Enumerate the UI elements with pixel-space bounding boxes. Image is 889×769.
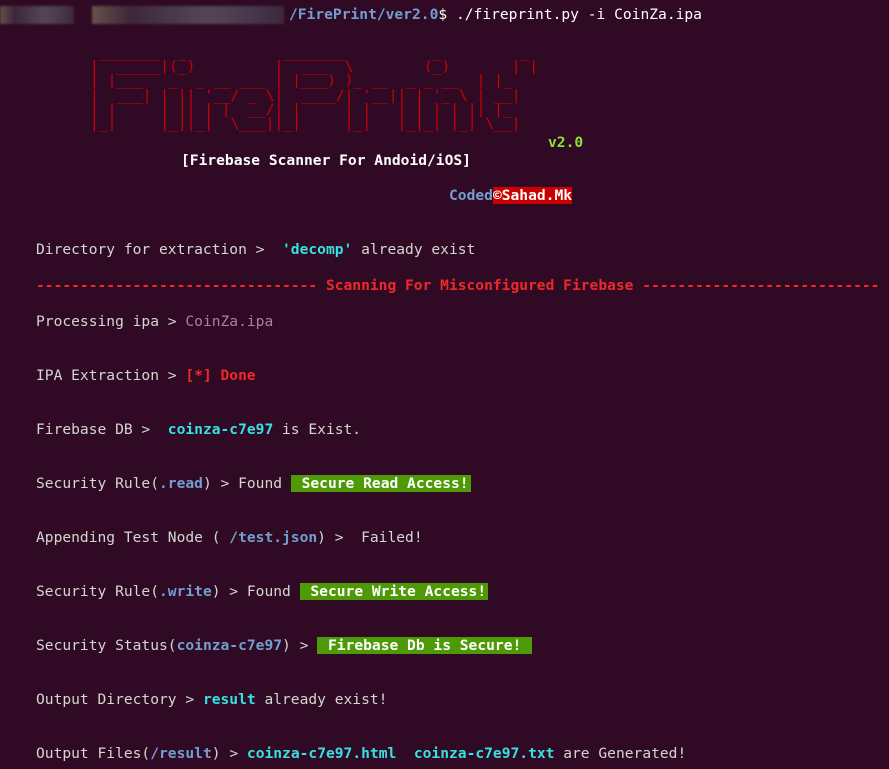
author-badge: ©Sahad.Mk <box>492 187 573 204</box>
test-node-path: /test.json <box>229 529 318 546</box>
output-line-test-node: Appending Test Node ( /test.json) > Fail… <box>36 529 423 547</box>
firebase-db-status: is Exist. <box>273 421 362 438</box>
prompt-path: /FirePrint/ver2.0 <box>289 6 439 23</box>
firebase-db-label: Firebase DB > <box>36 421 168 438</box>
output-line-write-rule: Security Rule(.write) > Found Secure Wri… <box>36 583 489 601</box>
output-line-firebase-db: Firebase DB > coinza-c7e97 is Exist. <box>36 421 361 439</box>
output-line-directory-result: Output Directory > result already exist! <box>36 691 387 709</box>
security-status-db: coinza-c7e97 <box>176 637 283 654</box>
redacted-path <box>92 6 284 24</box>
db-secure-badge: Firebase Db is Secure! <box>317 637 533 654</box>
output-line-security-status: Security Status(coinza-c7e97) > Firebase… <box>36 637 533 655</box>
read-rule-label: Security Rule( <box>36 475 160 492</box>
output-dir-label: Output Directory > <box>36 691 203 708</box>
write-rule-key: .write <box>159 583 212 600</box>
extraction-label: IPA Extraction > <box>36 367 186 384</box>
output-txt-file: coinza-c7e97.txt <box>413 745 555 762</box>
output-line-processing: Processing ipa > CoinZa.ipa <box>36 313 273 331</box>
output-line-files: Output Files(/result) > coinza-c7e97.htm… <box>36 745 686 763</box>
read-rule-key: .read <box>159 475 203 492</box>
redacted-user-host <box>0 6 74 24</box>
prompt-line: /FirePrint/ver2.0$ ./fireprint.py -i Coi… <box>289 6 702 24</box>
directory-name: 'decomp' <box>282 241 353 258</box>
write-rule-label: Security Rule( <box>36 583 160 600</box>
output-files-label: Output Files( <box>36 745 151 762</box>
security-status-arrow: ) > <box>282 637 318 654</box>
security-status-label: Security Status( <box>36 637 177 654</box>
test-node-label: Appending Test Node ( <box>36 529 230 546</box>
directory-label: Directory for extraction > <box>36 241 283 258</box>
prompt-symbol: $ <box>438 6 448 23</box>
output-line-read-rule: Security Rule(.read) > Found Secure Read… <box>36 475 471 493</box>
firebase-db-name: coinza-c7e97 <box>167 421 274 438</box>
write-rule-found: ) > Found <box>211 583 300 600</box>
output-files-status: are Generated! <box>554 745 687 762</box>
processing-file: CoinZa.ipa <box>185 313 274 330</box>
processing-label: Processing ipa > <box>36 313 186 330</box>
scan-separator: -------------------------------- Scannin… <box>36 277 880 294</box>
prompt-command: ./fireprint.py -i CoinZa.ipa <box>447 6 702 23</box>
write-access-badge: Secure Write Access! <box>299 583 489 600</box>
output-line-extraction: IPA Extraction > [*] Done <box>36 367 256 385</box>
output-line-directory: Directory for extraction > 'decomp' alre… <box>36 241 475 259</box>
output-dir-name: result <box>202 691 256 708</box>
read-rule-found: ) > Found <box>202 475 291 492</box>
version-label: v2.0 <box>548 134 584 151</box>
output-html-file: coinza-c7e97.html <box>246 745 397 762</box>
extraction-status: [*] Done <box>185 367 256 384</box>
output-dir-status: already exist! <box>255 691 388 708</box>
banner-subtitle: [Firebase Scanner For Andoid/iOS] <box>181 152 471 169</box>
coded-label: Coded <box>449 187 493 204</box>
test-node-status: ) > Failed! <box>317 529 423 546</box>
fireprint-ascii-logo: _______ _ _______ _ _ | _____|(_) | ___ … <box>90 44 539 133</box>
coded-by: Coded©Sahad.Mk <box>449 187 573 204</box>
output-files-dir: /result <box>150 745 212 762</box>
output-files-gap <box>396 745 414 762</box>
read-access-badge: Secure Read Access! <box>290 475 471 492</box>
directory-status: already exist <box>352 241 476 258</box>
output-files-arrow: ) > <box>211 745 247 762</box>
